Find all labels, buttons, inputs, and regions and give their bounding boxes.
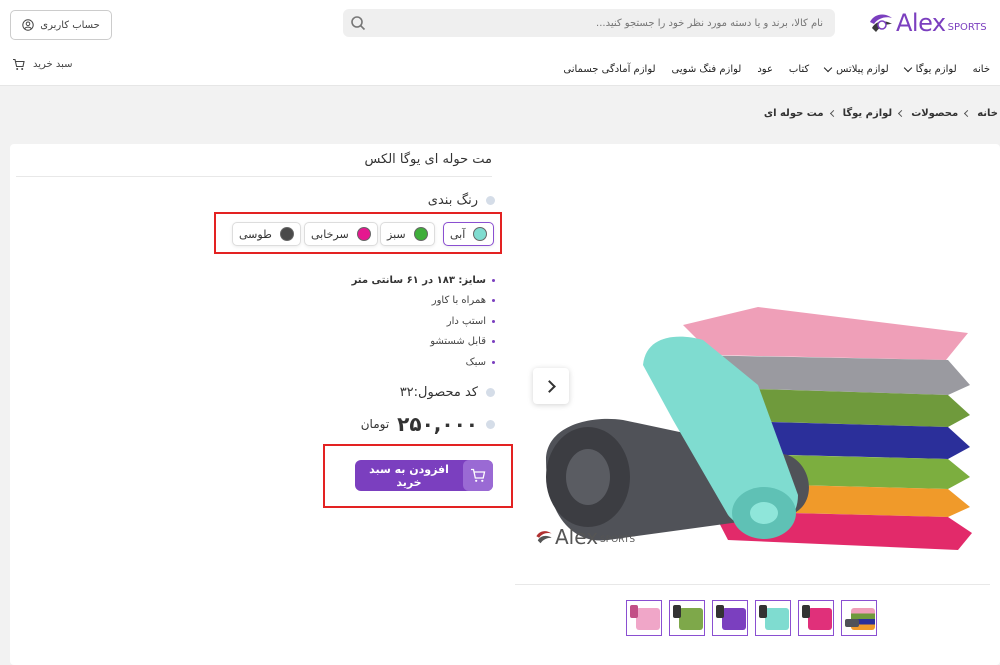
chevron-down-icon [823,63,833,73]
color-dot-icon [356,227,371,241]
breadcrumb-home[interactable]: خانه [977,108,998,119]
breadcrumb: خانه محصولات لوازم یوگا مت حوله ای [764,108,998,119]
user-icon [22,19,34,31]
nav-item-fengshui[interactable]: لوازم فنگ شویی [672,64,742,75]
chevron-left-icon [829,109,837,118]
thumbnail-purple[interactable] [712,600,748,636]
bullet-dot-icon [486,419,495,429]
feature-item: سایز: ۱۸۳ در ۶۱ سانتی متر [352,270,495,291]
product-title: مت حوله ای یوگا الکس [16,152,492,177]
brand-subtitle: SPORTS [947,21,987,33]
search-icon[interactable] [350,15,366,31]
chevron-right-icon [542,379,556,393]
color-option-magenta[interactable]: سرخابی [304,222,378,246]
color-option-green[interactable]: سبز [380,222,435,246]
color-dot-icon [473,227,488,241]
feature-item: قابل شستشو [352,332,495,353]
thumbnail-teal[interactable] [755,600,791,636]
feature-item: استپ دار [352,311,495,332]
product-code: کد محصول:۳۲ [400,385,495,400]
main-nav: خانه لوازم یوگا لوازم پیلاتس کتاب عود لو… [547,63,990,75]
color-dot-icon [279,227,294,241]
thumbnail-green[interactable] [669,600,705,636]
site-logo[interactable]: Alex SPORTS [866,6,996,40]
cart-icon [13,58,25,70]
price-currency: تومان [360,417,390,431]
nav-item-incense[interactable]: عود [757,64,773,75]
nav-item-pilates[interactable]: لوازم پیلاتس [823,63,889,75]
product-main-image [546,307,972,550]
feature-item: همراه با کاور [352,291,495,312]
color-dot-icon [413,227,428,241]
price-value: ۲۵۰,۰۰۰ [397,412,478,436]
bullet-dot-icon [486,388,495,397]
chevron-left-icon [898,109,906,118]
header-cart-link[interactable]: سبد خرید [12,58,73,71]
cart-icon [471,468,486,482]
color-heading: رنگ بندی [428,193,495,208]
thumbnail-stack[interactable] [841,600,877,636]
feature-item: سبک [352,352,495,373]
thumbnail-pink[interactable] [626,600,662,636]
search-input[interactable] [383,17,823,29]
feature-list: سایز: ۱۸۳ در ۶۱ سانتی متر همراه با کاور … [352,270,495,373]
account-button[interactable]: حساب کاربری [10,10,112,40]
cart-label: سبد خرید [33,59,73,70]
color-option-blue[interactable]: آبی [443,222,495,246]
add-to-cart-label: افزودن به سبد خرید [369,462,449,489]
brand-name: Alex [896,9,946,37]
breadcrumb-current: مت حوله ای [763,108,824,119]
gallery-thumbnails [626,600,877,636]
lotus-logo-icon [536,531,552,544]
site-header: Alex SPORTS حساب کاربری سبد خرید خانه لو… [0,0,1000,86]
chevron-left-icon [964,109,972,118]
nav-item-books[interactable]: کتاب [789,64,809,75]
nav-item-yoga[interactable]: لوازم یوگا [903,63,957,75]
search-bar [343,9,835,37]
add-to-cart-button[interactable]: افزودن به سبد خرید [355,460,493,491]
product-price: ۲۵۰,۰۰۰ تومان [361,412,495,436]
breadcrumb-products[interactable]: محصولات [911,108,958,119]
thumbnail-magenta[interactable] [798,600,834,636]
gallery-watermark: Alex SPORTS [533,525,635,549]
bullet-dot-icon [486,196,495,205]
nav-item-fitness[interactable]: لوازم آمادگی جسمانی [563,64,655,75]
breadcrumb-yoga[interactable]: لوازم یوگا [843,108,893,119]
account-label: حساب کاربری [40,19,100,31]
chevron-down-icon [903,63,912,73]
nav-item-home[interactable]: خانه [973,64,990,75]
lotus-logo-icon [870,14,892,32]
color-option-gray[interactable]: طوسی [232,222,301,246]
gallery-prev-button[interactable] [533,368,569,404]
cart-icon-wrap [463,460,493,491]
